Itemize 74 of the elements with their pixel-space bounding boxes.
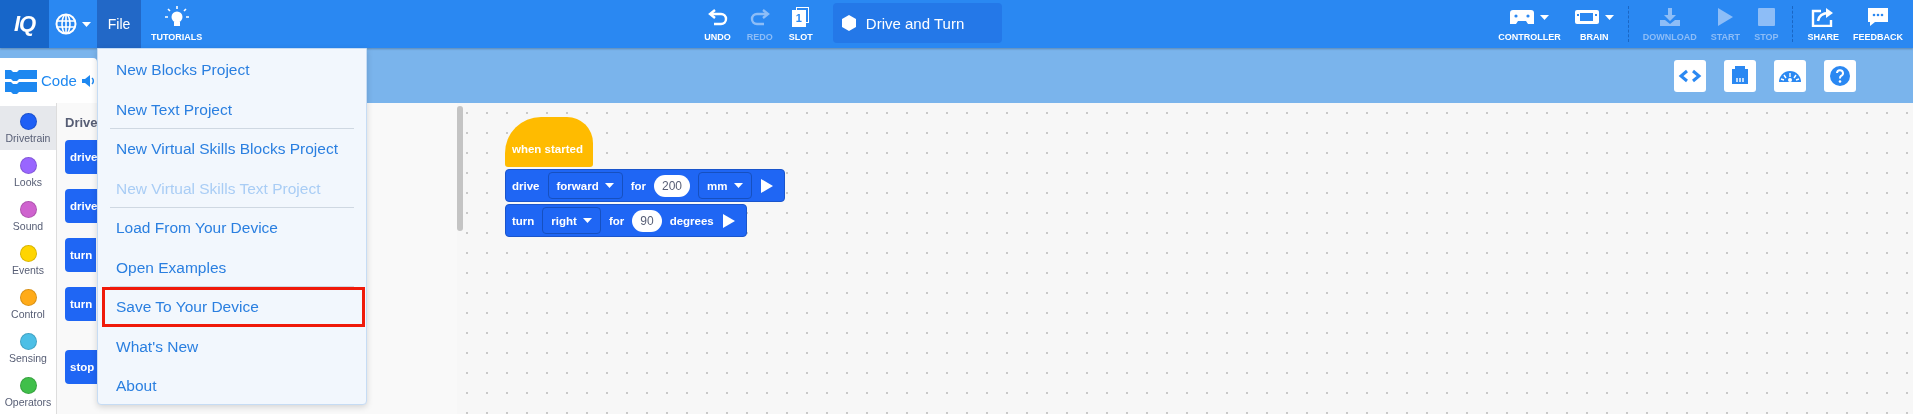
project-name-field[interactable]: Drive and Turn xyxy=(832,3,1002,43)
brain-icon xyxy=(1574,8,1599,26)
undo-button[interactable]: UNDO xyxy=(698,0,737,48)
redo-icon xyxy=(748,7,771,27)
code-block[interactable]: turn right for 90 degrees xyxy=(505,204,747,237)
caret-icon xyxy=(604,183,614,188)
lightbulb-icon xyxy=(164,6,189,28)
code-block[interactable]: stop xyxy=(65,350,99,384)
caret-icon xyxy=(582,218,592,223)
block-label: for xyxy=(630,179,646,192)
category-label: Operators xyxy=(4,395,52,408)
category-label: Sound xyxy=(12,219,44,232)
dashboard-button[interactable] xyxy=(1774,59,1806,92)
tutorials-button[interactable]: TUTORIALS xyxy=(145,0,209,48)
chat-icon xyxy=(1867,7,1889,27)
download-icon xyxy=(1658,7,1681,27)
caret-icon xyxy=(1604,14,1614,20)
controller-icon xyxy=(1510,7,1535,27)
dropdown[interactable]: right xyxy=(542,207,601,234)
category-label: Sensing xyxy=(9,351,47,364)
hexagon-icon xyxy=(841,15,856,31)
blocks-icon xyxy=(5,67,37,94)
play-icon[interactable] xyxy=(721,212,736,229)
category-item[interactable]: Control xyxy=(0,282,56,326)
category-item[interactable]: Events xyxy=(0,238,56,282)
menu-item[interactable]: New Blocks Project xyxy=(98,50,366,90)
category-item[interactable]: Operators xyxy=(0,370,56,414)
dropdown[interactable]: forward xyxy=(547,172,623,199)
help-button[interactable] xyxy=(1824,59,1856,92)
caret-icon xyxy=(82,21,91,27)
block-label: when started xyxy=(512,143,583,155)
share-button[interactable]: SHARE xyxy=(1801,0,1845,48)
code-block[interactable]: drive forward for 200 mm xyxy=(505,169,785,202)
code-view-button[interactable] xyxy=(1674,59,1706,92)
logo: IQ xyxy=(0,0,49,48)
category-label: Control xyxy=(11,307,45,320)
block-label: degrees xyxy=(669,214,714,227)
category-item[interactable]: Drivetrain xyxy=(0,106,56,150)
code-block[interactable]: turn xyxy=(65,287,97,321)
category-item[interactable]: Sound xyxy=(0,194,56,238)
feedback-button[interactable]: FEEDBACK xyxy=(1847,0,1909,48)
devices-button[interactable] xyxy=(1724,59,1756,92)
category-label: Events xyxy=(11,263,45,276)
menu-item[interactable]: New Text Project xyxy=(110,89,354,129)
scrollbar[interactable] xyxy=(457,106,463,231)
globe-icon xyxy=(55,13,77,35)
number-input[interactable]: 90 xyxy=(632,209,662,232)
menu-item[interactable]: Save To Your Device xyxy=(102,287,365,327)
menu-item[interactable]: About xyxy=(98,366,366,406)
category-label: Looks xyxy=(14,175,42,188)
file-menu-button[interactable]: File xyxy=(97,0,141,48)
code-tab[interactable]: Code xyxy=(0,58,97,103)
number-input[interactable]: 200 xyxy=(654,174,691,197)
dropdown[interactable]: mm xyxy=(698,172,752,199)
menu-item[interactable]: Open Examples xyxy=(110,247,354,287)
block-label: turn xyxy=(512,214,535,227)
help-icon xyxy=(1828,63,1852,88)
caret-icon xyxy=(1540,14,1550,20)
menu-item[interactable]: What's New xyxy=(98,326,366,366)
palette-title: Drive xyxy=(65,115,98,130)
category-item[interactable]: Sensing xyxy=(0,326,56,370)
code-block[interactable]: turn xyxy=(65,238,97,272)
play-icon[interactable] xyxy=(759,177,774,194)
undo-icon xyxy=(706,7,729,27)
controller-menu-button[interactable]: CONTROLLER xyxy=(1492,0,1567,48)
brain-menu-button[interactable]: BRAIN xyxy=(1568,0,1620,48)
category-label: Drivetrain xyxy=(5,131,51,144)
category-item[interactable]: Looks xyxy=(0,150,56,194)
speaker-icon xyxy=(80,73,95,88)
caret-icon xyxy=(733,183,743,188)
stop-icon xyxy=(1756,7,1777,27)
slot-button[interactable]: 1 SLOT xyxy=(782,0,819,48)
block-label: for xyxy=(608,214,625,227)
block-label: drive xyxy=(512,179,540,192)
